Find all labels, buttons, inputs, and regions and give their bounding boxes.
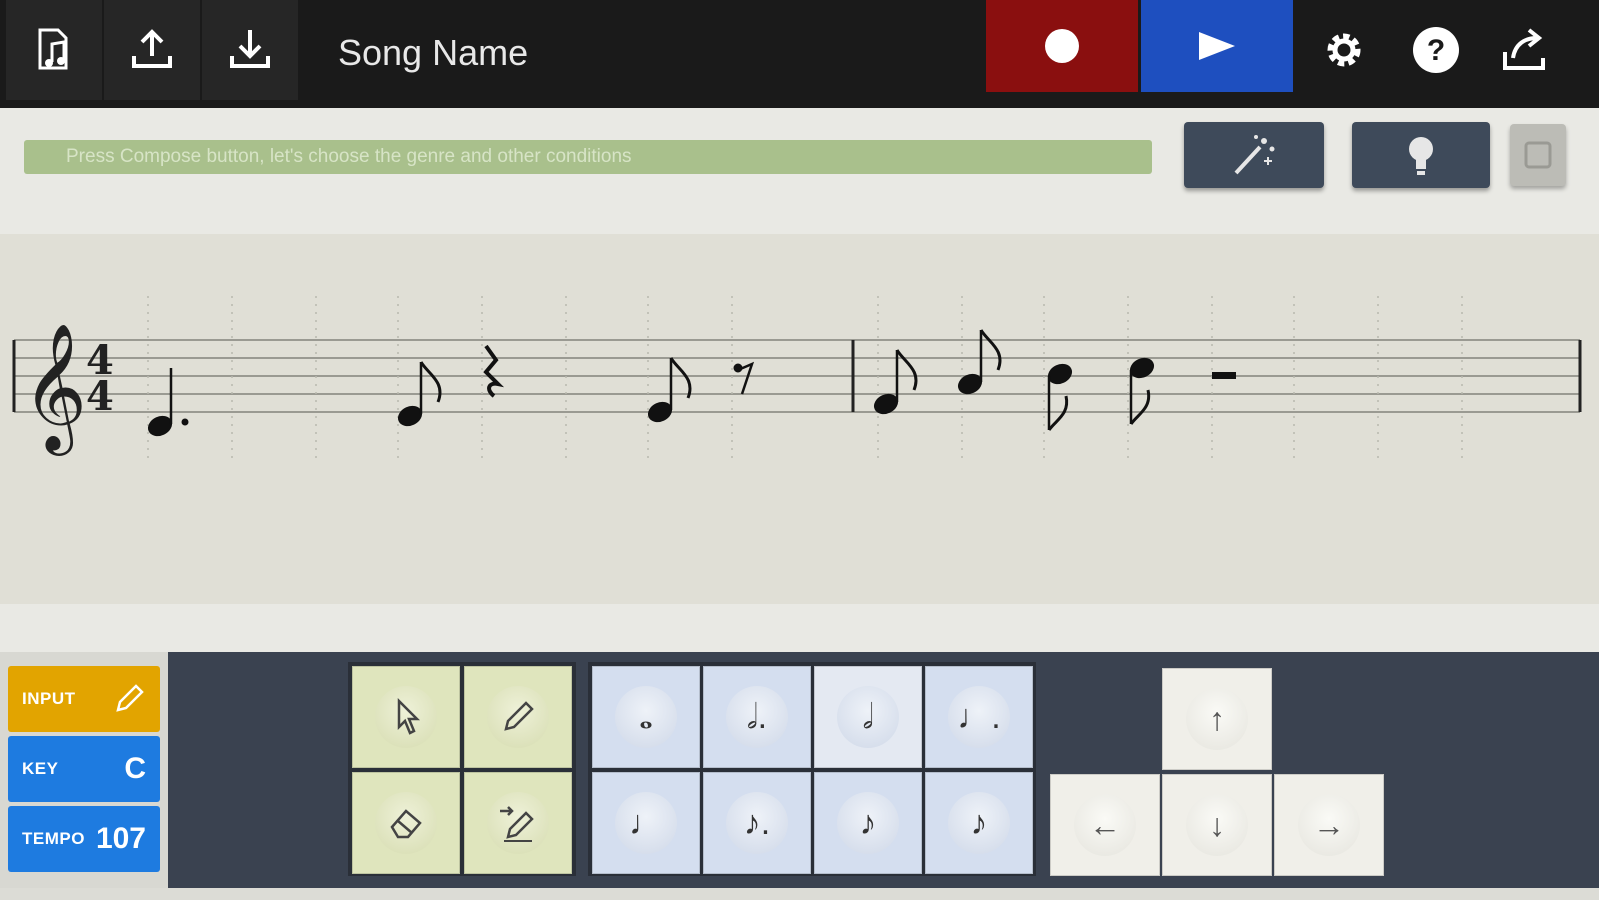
key-label: KEY: [22, 759, 59, 778]
dotted-quarter-note-button[interactable]: ♩.: [925, 666, 1033, 768]
whole-note-icon: 𝅝: [615, 686, 677, 748]
song-name[interactable]: Song Name: [338, 32, 528, 74]
eighth-note-icon: ♪: [837, 792, 899, 854]
hint-bar: Press Compose button, let's choose the g…: [24, 140, 1152, 174]
share-icon: [1503, 28, 1545, 70]
magic-wand-icon: [1234, 135, 1275, 175]
dotted-half-note-icon: 𝅗𝅥.: [726, 686, 788, 748]
dotted-eighth-note-icon: ♪.: [726, 792, 788, 854]
share-button[interactable]: [1497, 22, 1553, 78]
cursor-left-button[interactable]: ←: [1050, 774, 1160, 876]
score-area[interactable]: 𝄞 4 4: [0, 234, 1599, 604]
settings-panel: INPUT KEY C TEMPO 107: [0, 652, 168, 888]
arrow-down-icon: ↓: [1186, 794, 1248, 856]
help-icon: ?: [1413, 27, 1459, 73]
arrow-left-icon: ←: [1074, 794, 1136, 856]
pencil-icon: [504, 701, 534, 731]
tempo-button[interactable]: TEMPO 107: [8, 806, 160, 872]
play-icon: [1199, 32, 1235, 60]
staff: 𝄞 4 4: [12, 296, 1582, 462]
half-note-button[interactable]: 𝅗𝅥: [814, 666, 922, 768]
play-button[interactable]: [1141, 0, 1293, 92]
record-icon: [1045, 29, 1079, 63]
hint-button[interactable]: [1352, 122, 1490, 188]
half-note-icon: 𝅗𝅥: [837, 686, 899, 748]
insert-tool-button[interactable]: [464, 772, 572, 874]
file-music-icon: [38, 28, 68, 70]
download-button[interactable]: [202, 0, 298, 100]
dotted-quarter-note-icon: ♩.: [948, 686, 1010, 748]
help-button[interactable]: ?: [1408, 22, 1464, 78]
key-button[interactable]: KEY C: [8, 736, 160, 802]
dotted-half-note-button[interactable]: 𝅗𝅥.: [703, 666, 811, 768]
tempo-label: TEMPO: [22, 829, 85, 848]
top-toolbar: Song Name ?: [0, 0, 1599, 108]
time-signature-bottom: 4: [86, 373, 114, 420]
sixteenth-note-icon: ♪: [948, 792, 1010, 854]
cursor-down-button[interactable]: ↓: [1162, 774, 1272, 876]
settings-button[interactable]: [1316, 22, 1372, 78]
settings-icon: [1327, 33, 1361, 67]
eraser-tool-button[interactable]: [352, 772, 460, 874]
download-icon: [230, 30, 270, 68]
pencil-tool-button[interactable]: [464, 666, 572, 768]
input-label: INPUT: [22, 689, 76, 708]
dotted-eighth-note-button[interactable]: ♪.: [703, 772, 811, 874]
bottom-edge: [0, 888, 1599, 900]
upload-icon: [132, 29, 172, 68]
treble-clef: 𝄞: [22, 322, 87, 456]
input-mode-button[interactable]: INPUT: [8, 666, 160, 732]
pencil-icon: [116, 684, 144, 712]
insert-pencil-icon: [500, 806, 534, 842]
svg-text:?: ?: [1427, 34, 1445, 67]
eraser-icon: [390, 809, 422, 839]
pointer-icon: [397, 697, 421, 735]
eighth-note-button[interactable]: ♪: [814, 772, 922, 874]
select-tool-button[interactable]: [352, 666, 460, 768]
arrow-right-icon: →: [1298, 794, 1360, 856]
quarter-note-button[interactable]: ♩: [592, 772, 700, 874]
file-music-button[interactable]: [6, 0, 102, 100]
compose-button[interactable]: [1184, 122, 1324, 188]
upload-button[interactable]: [104, 0, 200, 100]
lightbulb-icon: [1409, 137, 1433, 175]
key-value: C: [124, 752, 146, 785]
side-button[interactable]: [1510, 124, 1566, 186]
quarter-note-icon: ♩: [615, 792, 677, 854]
arrow-up-icon: ↑: [1186, 688, 1248, 750]
generic-icon: [1524, 141, 1552, 169]
whole-note-button[interactable]: 𝅝: [592, 666, 700, 768]
record-button[interactable]: [986, 0, 1138, 92]
cursor-right-button[interactable]: →: [1274, 774, 1384, 876]
tempo-value: 107: [95, 822, 146, 855]
sixteenth-note-button[interactable]: ♪: [925, 772, 1033, 874]
cursor-up-button[interactable]: ↑: [1162, 668, 1272, 770]
